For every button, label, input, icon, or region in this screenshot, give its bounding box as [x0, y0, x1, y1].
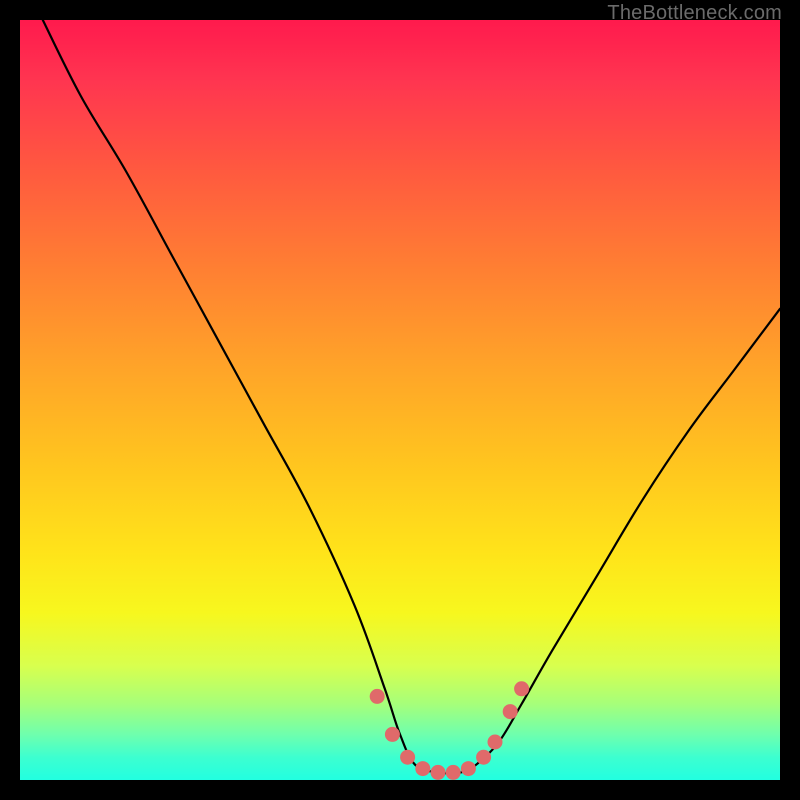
highlight-dot	[503, 704, 518, 719]
highlight-dot	[446, 765, 461, 780]
highlight-dot	[385, 727, 400, 742]
bottleneck-curve	[43, 20, 780, 773]
highlight-dot	[400, 750, 415, 765]
highlight-dot	[461, 761, 476, 776]
highlight-dot	[431, 765, 446, 780]
highlight-dot	[488, 735, 503, 750]
highlight-dot	[476, 750, 491, 765]
highlight-dot	[514, 681, 529, 696]
plot-area	[20, 20, 780, 780]
curve-svg	[20, 20, 780, 780]
highlight-dot	[415, 761, 430, 776]
highlight-dot	[370, 689, 385, 704]
chart-frame: TheBottleneck.com	[0, 0, 800, 800]
